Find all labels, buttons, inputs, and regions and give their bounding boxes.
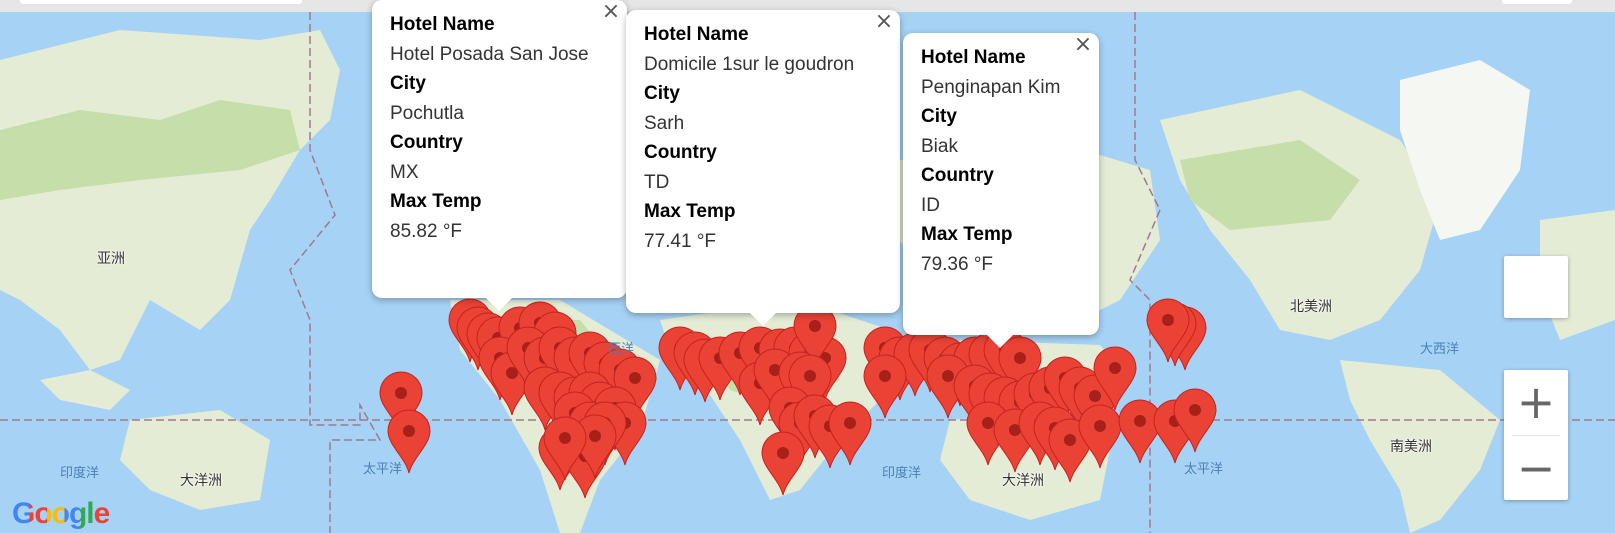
label-asia: 亚洲 bbox=[97, 251, 125, 267]
max-temp-value: 85.82 °F bbox=[390, 220, 463, 242]
country-label: Country bbox=[390, 132, 463, 153]
hotel-name-label: Hotel Name bbox=[921, 47, 1026, 68]
marker-dot bbox=[982, 417, 994, 429]
marker-dot bbox=[629, 372, 641, 384]
label-pacific-ocean-right: 太平洋 bbox=[1184, 462, 1224, 477]
country-label: Country bbox=[921, 165, 994, 186]
country-value: TD bbox=[644, 171, 670, 193]
label-indian-ocean-center: 印度洋 bbox=[882, 466, 922, 481]
country-value: MX bbox=[390, 161, 419, 183]
marker-dot bbox=[942, 370, 954, 382]
marker-dot bbox=[1134, 415, 1146, 427]
label-oceania-center: 大洋洲 bbox=[1002, 473, 1044, 489]
marker-dot bbox=[809, 320, 821, 332]
country-value: ID bbox=[921, 194, 940, 216]
label-north-america: 北美洲 bbox=[1290, 299, 1332, 315]
marker-dot bbox=[403, 425, 415, 437]
marker-dot bbox=[395, 387, 407, 399]
hotel-name-label: Hotel Name bbox=[644, 24, 749, 45]
max-temp-label: Max Temp bbox=[921, 224, 1013, 245]
fullscreen-control-edge[interactable] bbox=[1502, 0, 1572, 4]
hotel-name-value: Domicile 1sur le goudron bbox=[644, 53, 855, 75]
google-logo[interactable]: Google bbox=[12, 497, 110, 531]
marker-dot bbox=[1014, 352, 1026, 364]
label-pacific-ocean-left: 太平洋 bbox=[363, 462, 403, 477]
label-oceania-left: 大洋洲 bbox=[180, 473, 222, 489]
hotel-name-label: Hotel Name bbox=[390, 14, 495, 35]
info-window-biak: × Hotel Name Penginapan Kim City Biak Co… bbox=[903, 33, 1099, 348]
marker-dot bbox=[844, 417, 856, 429]
marker-dot bbox=[1089, 390, 1101, 402]
map-type-control[interactable] bbox=[20, 0, 302, 4]
close-icon[interactable]: × bbox=[1073, 34, 1093, 56]
marker-dot bbox=[589, 430, 601, 442]
city-label: City bbox=[390, 73, 426, 94]
marker-dot bbox=[1162, 314, 1174, 326]
info-window-sarh: × Hotel Name Domicile 1sur le goudron Ci… bbox=[626, 10, 900, 326]
max-temp-label: Max Temp bbox=[644, 201, 736, 222]
label-atlantic-ocean-partial: 西洋 bbox=[608, 342, 635, 357]
country-label: Country bbox=[644, 142, 717, 163]
zoom-in-button[interactable]: + bbox=[1504, 370, 1568, 434]
label-south-america: 南美洲 bbox=[1390, 439, 1432, 455]
marker-dot bbox=[804, 370, 816, 382]
max-temp-value: 79.36 °F bbox=[921, 253, 994, 275]
city-value: Pochutla bbox=[390, 102, 464, 124]
max-temp-value: 77.41 °F bbox=[644, 230, 717, 252]
hotel-name-value: Penginapan Kim bbox=[921, 76, 1061, 98]
zoom-out-button[interactable]: − bbox=[1504, 436, 1568, 500]
marker-dot bbox=[777, 447, 789, 459]
label-indian-ocean-left: 印度洋 bbox=[60, 466, 100, 481]
street-view-control[interactable] bbox=[1504, 256, 1568, 318]
marker-dot bbox=[879, 370, 891, 382]
close-icon[interactable]: × bbox=[874, 11, 894, 33]
hotel-name-value: Hotel Posada San Jose bbox=[390, 43, 589, 65]
max-temp-label: Max Temp bbox=[390, 191, 482, 212]
marker-dot bbox=[1094, 420, 1106, 432]
google-logo-text: Google bbox=[12, 497, 110, 530]
close-icon[interactable]: × bbox=[601, 1, 621, 23]
marker-dot bbox=[559, 432, 571, 444]
zoom-control: + − bbox=[1504, 370, 1568, 500]
city-value: Biak bbox=[921, 135, 958, 157]
marker-dot bbox=[1064, 434, 1076, 446]
marker-dot bbox=[1109, 362, 1121, 374]
city-label: City bbox=[921, 106, 957, 127]
info-window-pochutla: × Hotel Name Hotel Posada San Jose City … bbox=[372, 0, 627, 311]
label-atlantic-ocean-right: 大西洋 bbox=[1420, 342, 1460, 357]
city-value: Sarh bbox=[644, 112, 685, 134]
city-label: City bbox=[644, 83, 680, 104]
marker-dot bbox=[1189, 404, 1201, 416]
